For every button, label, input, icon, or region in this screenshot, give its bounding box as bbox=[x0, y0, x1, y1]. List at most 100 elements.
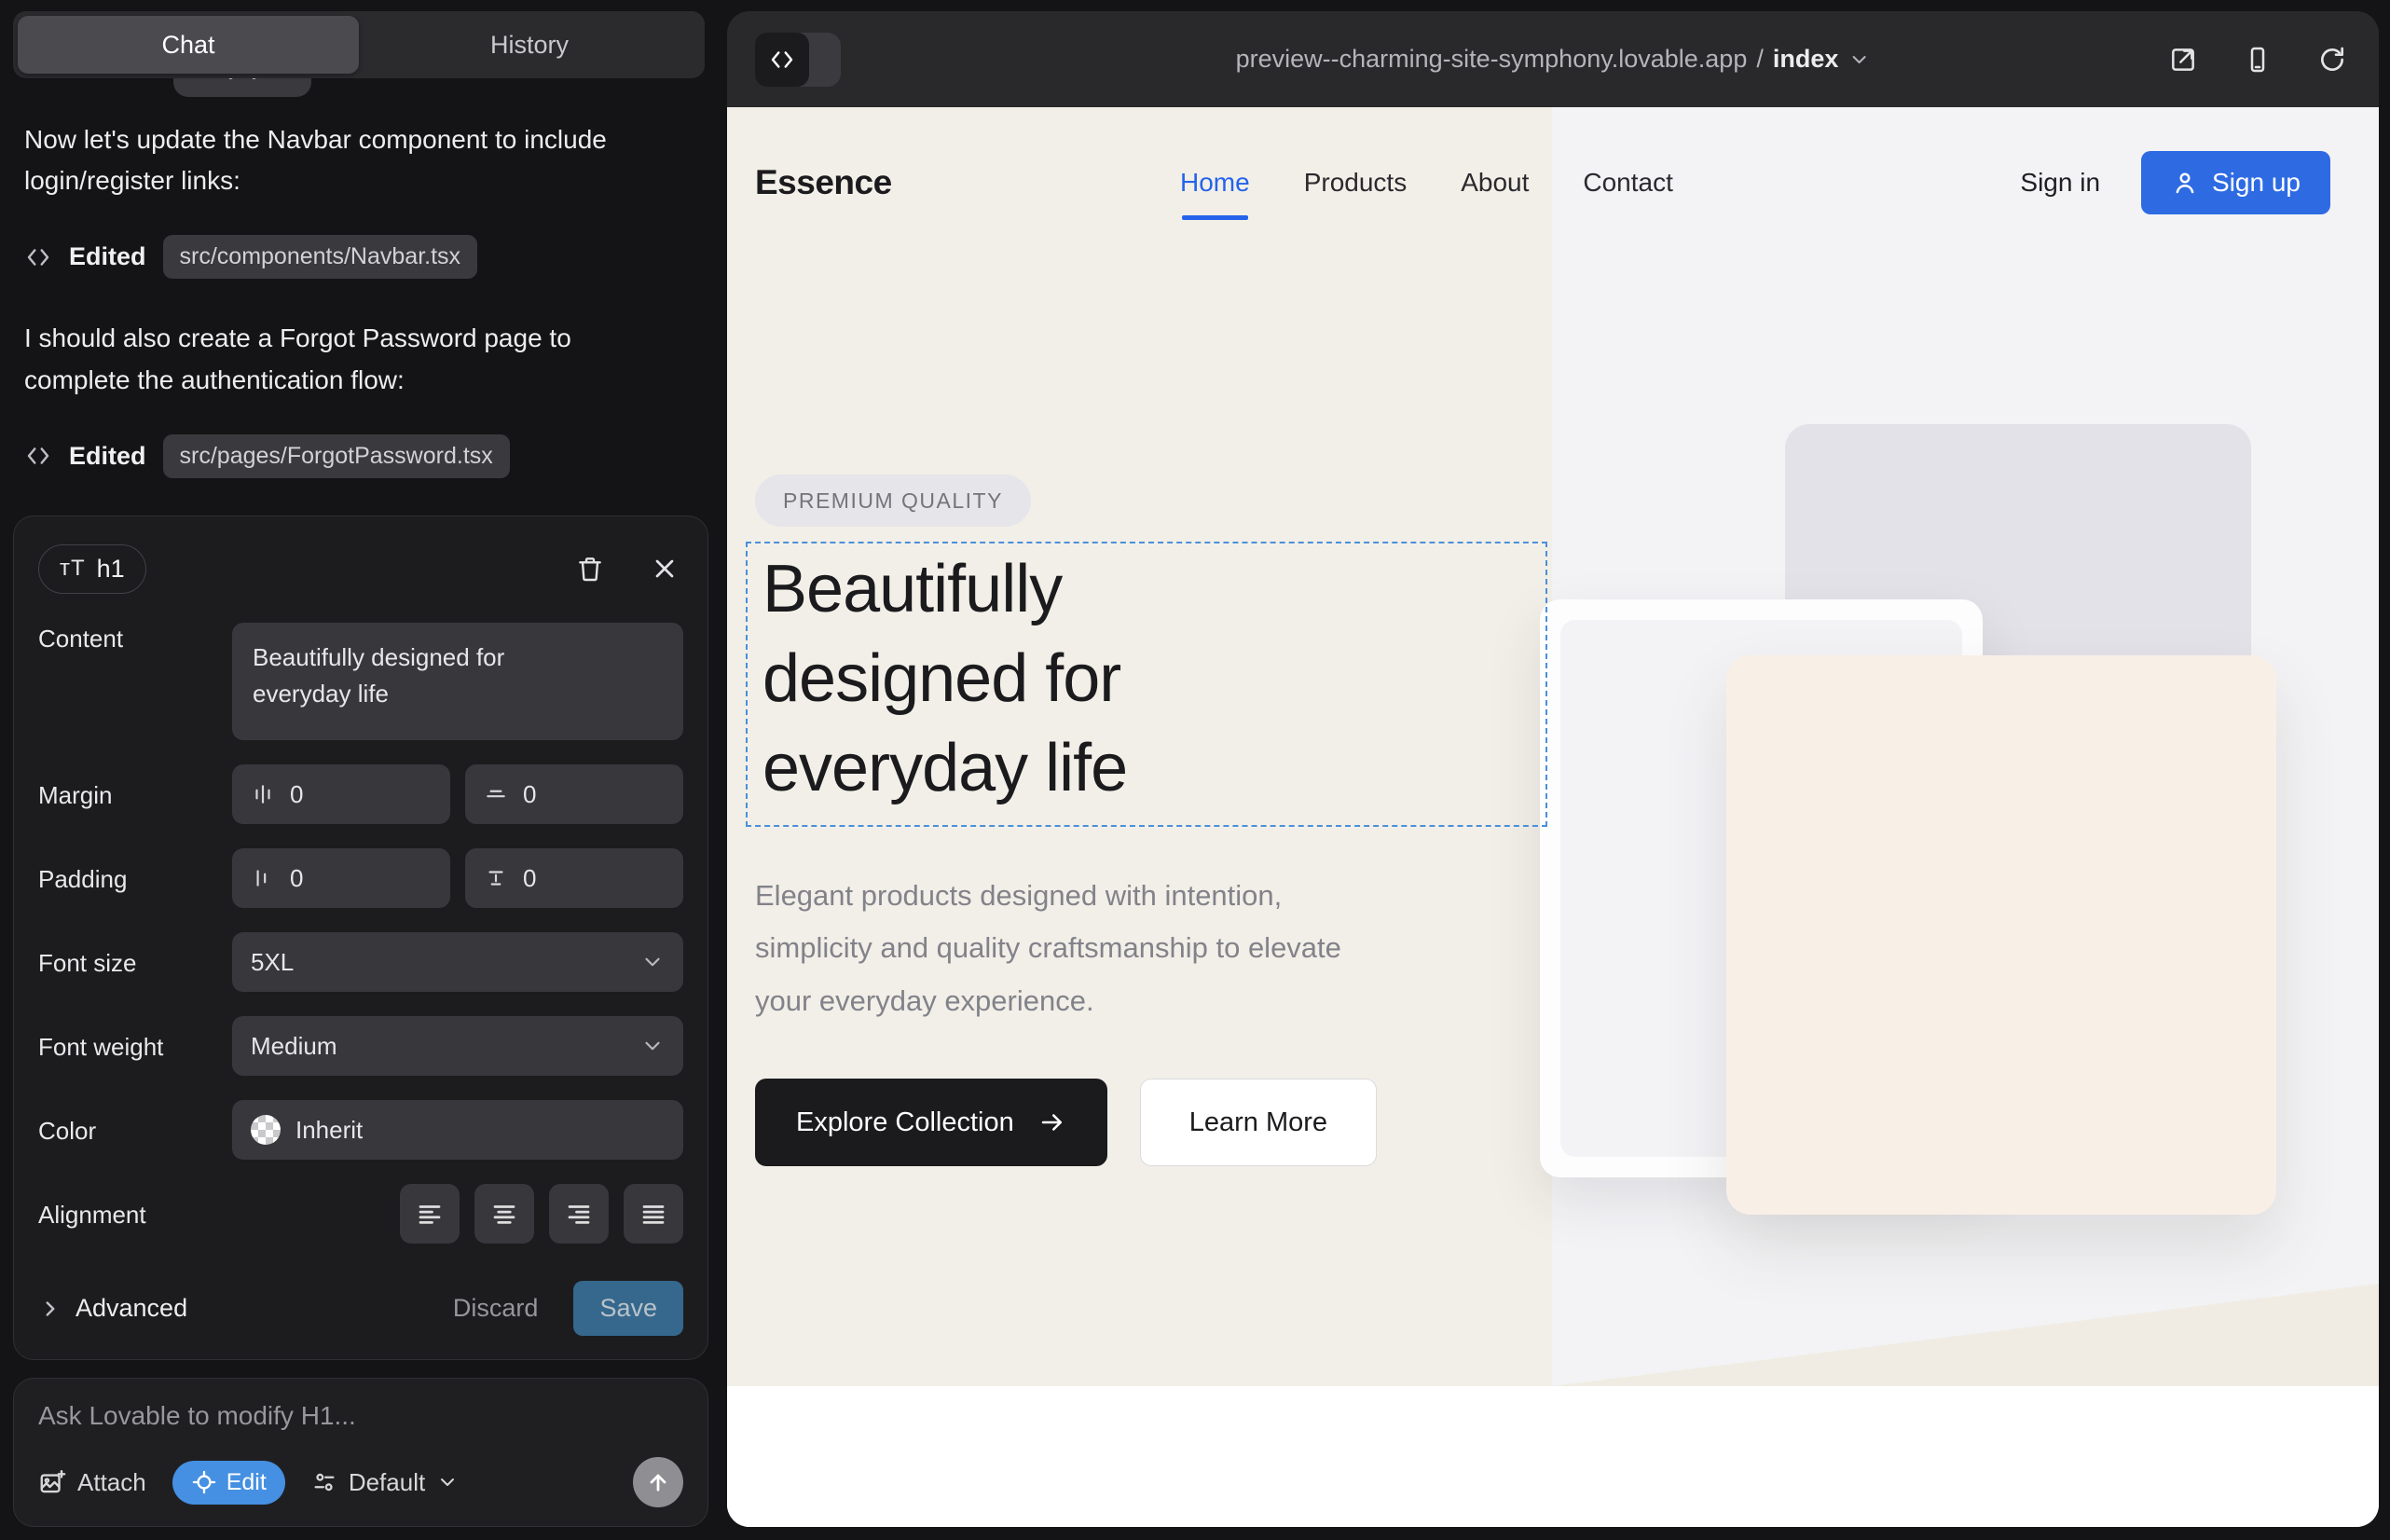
user-icon bbox=[2171, 169, 2199, 197]
edit-action-label: Edited bbox=[69, 442, 146, 471]
assistant-message: Now let's update the Navbar component to… bbox=[24, 119, 635, 201]
tab-history[interactable]: History bbox=[359, 16, 700, 74]
file-edit-row[interactable]: Edited src/components/Navbar.tsx bbox=[24, 235, 699, 279]
color-label: Color bbox=[38, 1115, 232, 1146]
align-justify-icon bbox=[639, 1200, 667, 1228]
tab-chat[interactable]: Chat bbox=[18, 16, 359, 74]
save-button[interactable]: Save bbox=[573, 1281, 683, 1336]
code-preview-toggle[interactable] bbox=[755, 33, 841, 87]
preview-browser-bar: preview--charming-site-symphony.lovable.… bbox=[727, 11, 2379, 107]
learn-more-button[interactable]: Learn More bbox=[1140, 1079, 1377, 1166]
padding-horizontal-icon bbox=[251, 866, 275, 890]
margin-y-input[interactable]: 0 bbox=[465, 764, 683, 824]
mode-select[interactable]: Default bbox=[311, 1468, 459, 1497]
content-textarea[interactable]: Beautifully designed for everyday life bbox=[232, 623, 683, 740]
chevron-down-icon bbox=[1847, 48, 1870, 71]
preview-pane: preview--charming-site-symphony.lovable.… bbox=[727, 11, 2379, 1527]
edit-action-label: Edited bbox=[69, 242, 146, 271]
chevron-down-icon bbox=[436, 1471, 459, 1493]
attach-image-icon bbox=[38, 1468, 66, 1496]
sign-up-button[interactable]: Sign up bbox=[2141, 151, 2330, 214]
chevron-right-icon bbox=[38, 1297, 62, 1321]
preview-url[interactable]: preview--charming-site-symphony.lovable.… bbox=[1236, 45, 1871, 74]
trash-icon bbox=[575, 554, 605, 584]
close-editor-button[interactable] bbox=[646, 550, 683, 587]
chat-sidebar: Chat History Now let's update the Navbar… bbox=[0, 0, 727, 1540]
target-icon bbox=[191, 1469, 217, 1495]
chevron-down-icon bbox=[640, 1034, 665, 1058]
align-right-button[interactable] bbox=[549, 1184, 609, 1244]
chevron-down-icon bbox=[640, 950, 665, 974]
padding-x-input[interactable]: 0 bbox=[232, 848, 450, 908]
sliders-icon bbox=[311, 1469, 337, 1495]
element-editor-panel: тT h1 Content bbox=[13, 516, 708, 1360]
close-icon bbox=[650, 554, 680, 584]
align-right-icon bbox=[565, 1200, 593, 1228]
edited-file-chip[interactable]: src/components/Navbar.tsx bbox=[163, 235, 478, 279]
transparent-swatch-icon bbox=[251, 1115, 281, 1145]
delete-element-button[interactable] bbox=[571, 550, 609, 587]
arrow-right-icon bbox=[1038, 1108, 1066, 1136]
margin-vertical-icon bbox=[484, 782, 508, 806]
premium-quality-badge: PREMIUM QUALITY bbox=[755, 474, 1031, 527]
padding-y-input[interactable]: 0 bbox=[465, 848, 683, 908]
font-size-label: Font size bbox=[38, 947, 232, 978]
color-input[interactable]: Inherit bbox=[232, 1100, 683, 1160]
nav-link-products[interactable]: Products bbox=[1304, 168, 1408, 198]
explore-collection-button[interactable]: Explore Collection bbox=[755, 1079, 1107, 1166]
selection-outline[interactable]: Beautifully designed for everyday life bbox=[746, 542, 1547, 827]
font-weight-label: Font weight bbox=[38, 1031, 232, 1062]
content-label: Content bbox=[38, 623, 232, 653]
padding-label: Padding bbox=[38, 863, 232, 894]
typography-icon: тT bbox=[60, 556, 86, 582]
nav-link-contact[interactable]: Contact bbox=[1583, 168, 1673, 198]
code-icon bbox=[24, 442, 52, 470]
assistant-message: I should also create a Forgot Password p… bbox=[24, 318, 635, 400]
code-icon bbox=[755, 33, 809, 87]
refresh-icon bbox=[2317, 45, 2347, 75]
code-icon bbox=[24, 243, 52, 271]
composer-input[interactable]: Ask Lovable to modify H1... bbox=[38, 1401, 683, 1431]
section-below-hero bbox=[727, 1386, 2379, 1527]
attach-button[interactable]: Attach bbox=[38, 1468, 146, 1497]
decor-card-cream bbox=[1726, 655, 2276, 1215]
margin-horizontal-icon bbox=[251, 782, 275, 806]
hero-headline[interactable]: Beautifully designed for everyday life bbox=[762, 545, 1303, 813]
chat-message-list: Now let's update the Navbar component to… bbox=[24, 119, 699, 517]
font-weight-select[interactable]: Medium bbox=[232, 1016, 683, 1076]
refresh-button[interactable] bbox=[2314, 41, 2351, 78]
nav-link-about[interactable]: About bbox=[1461, 168, 1529, 198]
nav-link-home[interactable]: Home bbox=[1180, 168, 1250, 198]
align-center-icon bbox=[490, 1200, 518, 1228]
selected-tag-label: h1 bbox=[97, 555, 125, 584]
hero-subtitle: Elegant products designed with intention… bbox=[755, 870, 1398, 1027]
site-viewport: Essence Home Products About Contact Sign… bbox=[727, 107, 2379, 1527]
external-link-icon bbox=[2168, 45, 2198, 75]
align-left-button[interactable] bbox=[400, 1184, 460, 1244]
chat-history-tabbar: Chat History bbox=[13, 11, 705, 78]
open-in-new-tab-button[interactable] bbox=[2164, 41, 2202, 78]
chat-composer: Ask Lovable to modify H1... Attach Edit bbox=[13, 1378, 708, 1527]
site-logo[interactable]: Essence bbox=[755, 163, 892, 202]
site-navbar: Essence Home Products About Contact Sign… bbox=[755, 143, 2330, 223]
sign-in-link[interactable]: Sign in bbox=[2020, 168, 2100, 198]
margin-label: Margin bbox=[38, 779, 232, 810]
selected-element-pill[interactable]: тT h1 bbox=[38, 544, 146, 594]
arrow-up-icon bbox=[645, 1469, 671, 1495]
font-size-select[interactable]: 5XL bbox=[232, 932, 683, 992]
edited-file-chip[interactable]: src/pages/ForgotPassword.tsx bbox=[163, 434, 510, 478]
align-left-icon bbox=[416, 1200, 444, 1228]
margin-x-input[interactable]: 0 bbox=[232, 764, 450, 824]
alignment-label: Alignment bbox=[38, 1199, 232, 1230]
discard-button[interactable]: Discard bbox=[453, 1294, 539, 1323]
edit-mode-button[interactable]: Edit bbox=[172, 1461, 285, 1505]
align-center-button[interactable] bbox=[474, 1184, 534, 1244]
align-justify-button[interactable] bbox=[624, 1184, 683, 1244]
lovable-app-window: Chat History Now let's update the Navbar… bbox=[0, 0, 2390, 1540]
mobile-preview-button[interactable] bbox=[2239, 41, 2276, 78]
advanced-toggle[interactable]: Advanced bbox=[38, 1294, 187, 1323]
padding-vertical-icon bbox=[484, 866, 508, 890]
file-edit-row[interactable]: Edited src/pages/ForgotPassword.tsx bbox=[24, 434, 699, 478]
smartphone-icon bbox=[2243, 45, 2273, 75]
send-button[interactable] bbox=[633, 1457, 683, 1507]
